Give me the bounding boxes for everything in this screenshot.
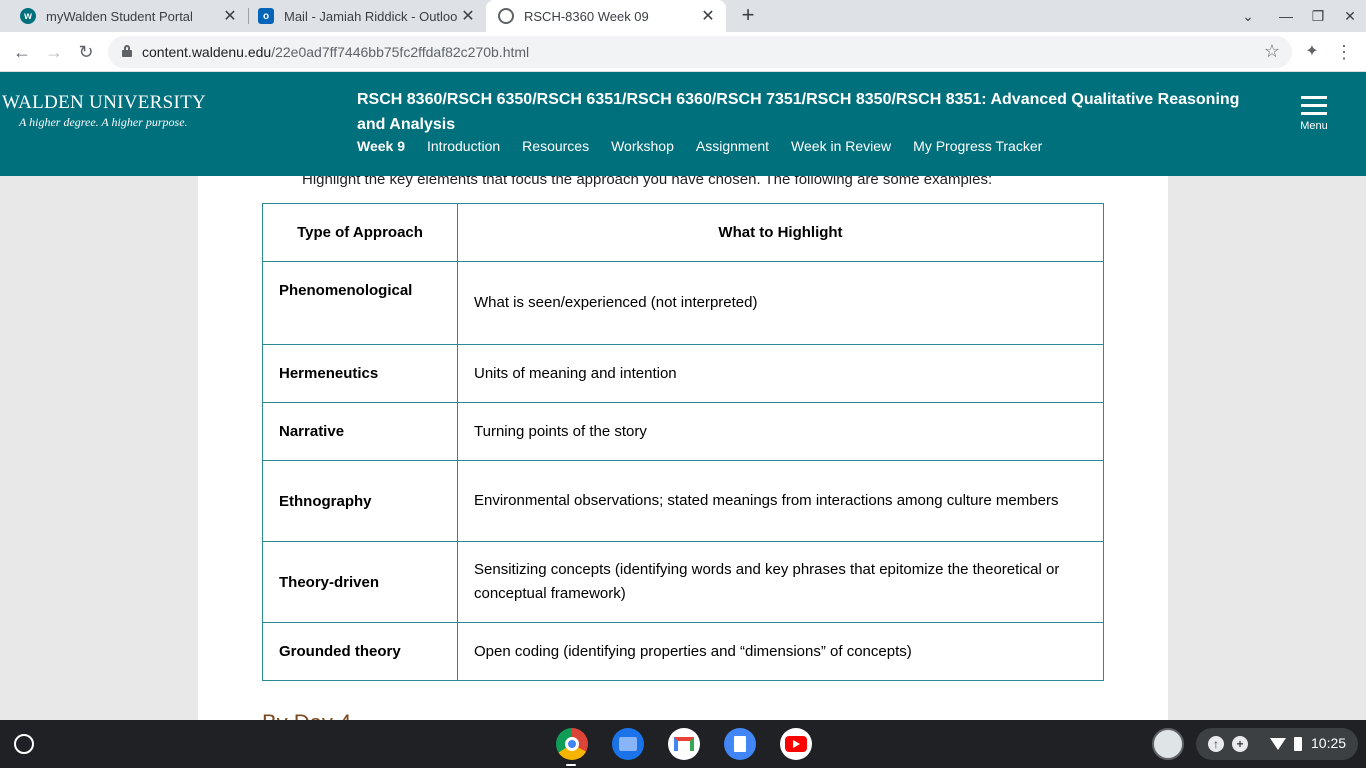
tab-outlook[interactable]: o Mail - Jamiah Riddick - Outlook ✕ (238, 0, 486, 32)
reload-icon[interactable]: ↻ (72, 38, 100, 66)
url-host: content.waldenu.edu (142, 44, 272, 60)
header-what-to-highlight: What to Highlight (457, 203, 1104, 262)
approach-type: Grounded theory (262, 622, 458, 681)
approach-highlight: Sensitizing concepts (identifying words … (457, 541, 1104, 623)
tab-walden-portal[interactable]: w myWalden Student Portal ✕ (0, 0, 248, 32)
nav-introduction[interactable]: Introduction (427, 138, 500, 154)
tab-title: RSCH-8360 Week 09 (524, 8, 649, 24)
table-row: Hermeneutics Units of meaning and intent… (262, 344, 1104, 403)
gmail-icon[interactable] (668, 728, 700, 760)
forward-arrow-icon[interactable]: → (40, 38, 68, 66)
nav-week-in-review[interactable]: Week in Review (791, 138, 891, 154)
approach-highlight: Open coding (identifying properties and … (457, 622, 1104, 681)
tab-search-icon[interactable]: ⌄ (1236, 4, 1260, 28)
walden-logo[interactable]: Walden University A higher degree. A hig… (2, 92, 206, 130)
approach-highlight: What is seen/experienced (not interprete… (457, 261, 1104, 345)
course-nav: Week 9 Introduction Resources Workshop A… (357, 138, 1064, 154)
table-row: Ethnography Environmental observations; … (262, 460, 1104, 542)
approach-type: Ethnography (262, 460, 458, 542)
menu-label: Menu (1300, 120, 1328, 132)
extensions-puzzle-icon[interactable]: ✦ (1302, 38, 1322, 66)
table-row: Phenomenological What is seen/experience… (262, 261, 1104, 345)
address-bar[interactable]: content.waldenu.edu/22e0ad7ff7446bb75fc2… (108, 36, 1292, 68)
walden-favicon-icon: w (20, 8, 36, 24)
globe-icon (498, 8, 514, 24)
close-window-icon[interactable]: ✕ (1338, 4, 1362, 28)
bookmark-star-icon[interactable]: ☆ (1264, 41, 1280, 62)
minimize-icon[interactable]: — (1274, 4, 1298, 28)
table-row: Theory-driven Sensitizing concepts (iden… (262, 541, 1104, 623)
nav-my-progress-tracker[interactable]: My Progress Tracker (913, 138, 1042, 154)
intro-text: Highlight the key elements that focus th… (302, 176, 993, 188)
approach-type: Phenomenological (262, 261, 458, 345)
docs-icon[interactable] (724, 728, 756, 760)
table-row: Grounded theory Open coding (identifying… (262, 622, 1104, 681)
table-row: Narrative Turning points of the story (262, 402, 1104, 461)
new-tab-button[interactable]: + (736, 4, 760, 28)
status-tray[interactable]: ↑ + 10:25 (1196, 728, 1358, 760)
chromeos-shelf: ↑ + 10:25 (0, 720, 1366, 768)
approach-highlight: Environmental observations; stated meani… (457, 460, 1104, 542)
account-avatar[interactable] (1152, 728, 1184, 760)
approach-type: Theory-driven (262, 541, 458, 623)
url-text[interactable]: content.waldenu.edu/22e0ad7ff7446bb75fc2… (142, 44, 529, 60)
tab-title: Mail - Jamiah Riddick - Outlook (284, 8, 458, 24)
running-indicator (566, 764, 576, 766)
site-header: Walden University A higher degree. A hig… (0, 72, 1366, 176)
tab-strip: w myWalden Student Portal ✕ o Mail - Jam… (0, 0, 1366, 32)
approach-type: Narrative (262, 402, 458, 461)
add-icon[interactable]: + (1232, 736, 1248, 752)
approach-type: Hermeneutics (262, 344, 458, 403)
url-path: /22e0ad7ff7446bb75fc2ffdaf82c270b.html (271, 44, 530, 60)
battery-icon (1294, 737, 1302, 751)
course-title: RSCH 8360/RSCH 6350/RSCH 6351/RSCH 6360/… (357, 91, 1240, 133)
tab-title: myWalden Student Portal (46, 8, 193, 24)
logo-name: Walden University (2, 92, 207, 113)
close-tab-icon[interactable]: ✕ (698, 6, 718, 26)
clock: 10:25 (1311, 735, 1347, 751)
section-heading-by-day-4: By Day 4 (262, 710, 351, 720)
launcher-icon[interactable] (14, 734, 34, 754)
browser-toolbar: ← → ↻ content.waldenu.edu/22e0ad7ff7446b… (0, 32, 1366, 72)
files-icon[interactable] (612, 728, 644, 760)
hamburger-icon-bar (1301, 112, 1327, 115)
hamburger-icon-bar (1301, 104, 1327, 107)
nav-resources[interactable]: Resources (522, 138, 589, 154)
lock-icon[interactable] (122, 45, 132, 57)
close-tab-icon[interactable]: ✕ (458, 6, 478, 26)
restore-icon[interactable]: ❐ (1306, 4, 1330, 28)
menu-button[interactable]: Menu (1296, 96, 1332, 132)
more-options-icon[interactable]: ⋮ (1334, 38, 1354, 66)
wifi-icon (1270, 738, 1286, 750)
nav-assignment[interactable]: Assignment (696, 138, 769, 154)
upload-icon[interactable]: ↑ (1208, 736, 1224, 752)
youtube-icon[interactable] (780, 728, 812, 760)
nav-workshop[interactable]: Workshop (611, 138, 674, 154)
chrome-icon[interactable] (556, 728, 588, 760)
tab-rsch-week-09[interactable]: RSCH-8360 Week 09 ✕ (486, 0, 726, 32)
approach-highlight: Units of meaning and intention (457, 344, 1104, 403)
approach-table: Type of Approach What to Highlight Pheno… (262, 203, 1104, 681)
close-tab-icon[interactable]: ✕ (220, 6, 240, 26)
header-type-of-approach: Type of Approach (262, 203, 458, 262)
approach-highlight: Turning points of the story (457, 402, 1104, 461)
outlook-icon: o (258, 8, 274, 24)
table-header-row: Type of Approach What to Highlight (262, 203, 1104, 262)
nav-week-9[interactable]: Week 9 (357, 138, 405, 154)
back-arrow-icon[interactable]: ← (8, 38, 36, 66)
page-content: Highlight the key elements that focus th… (198, 176, 1168, 720)
hamburger-icon (1301, 96, 1327, 99)
logo-tagline: A higher degree. A higher purpose. (19, 115, 188, 129)
